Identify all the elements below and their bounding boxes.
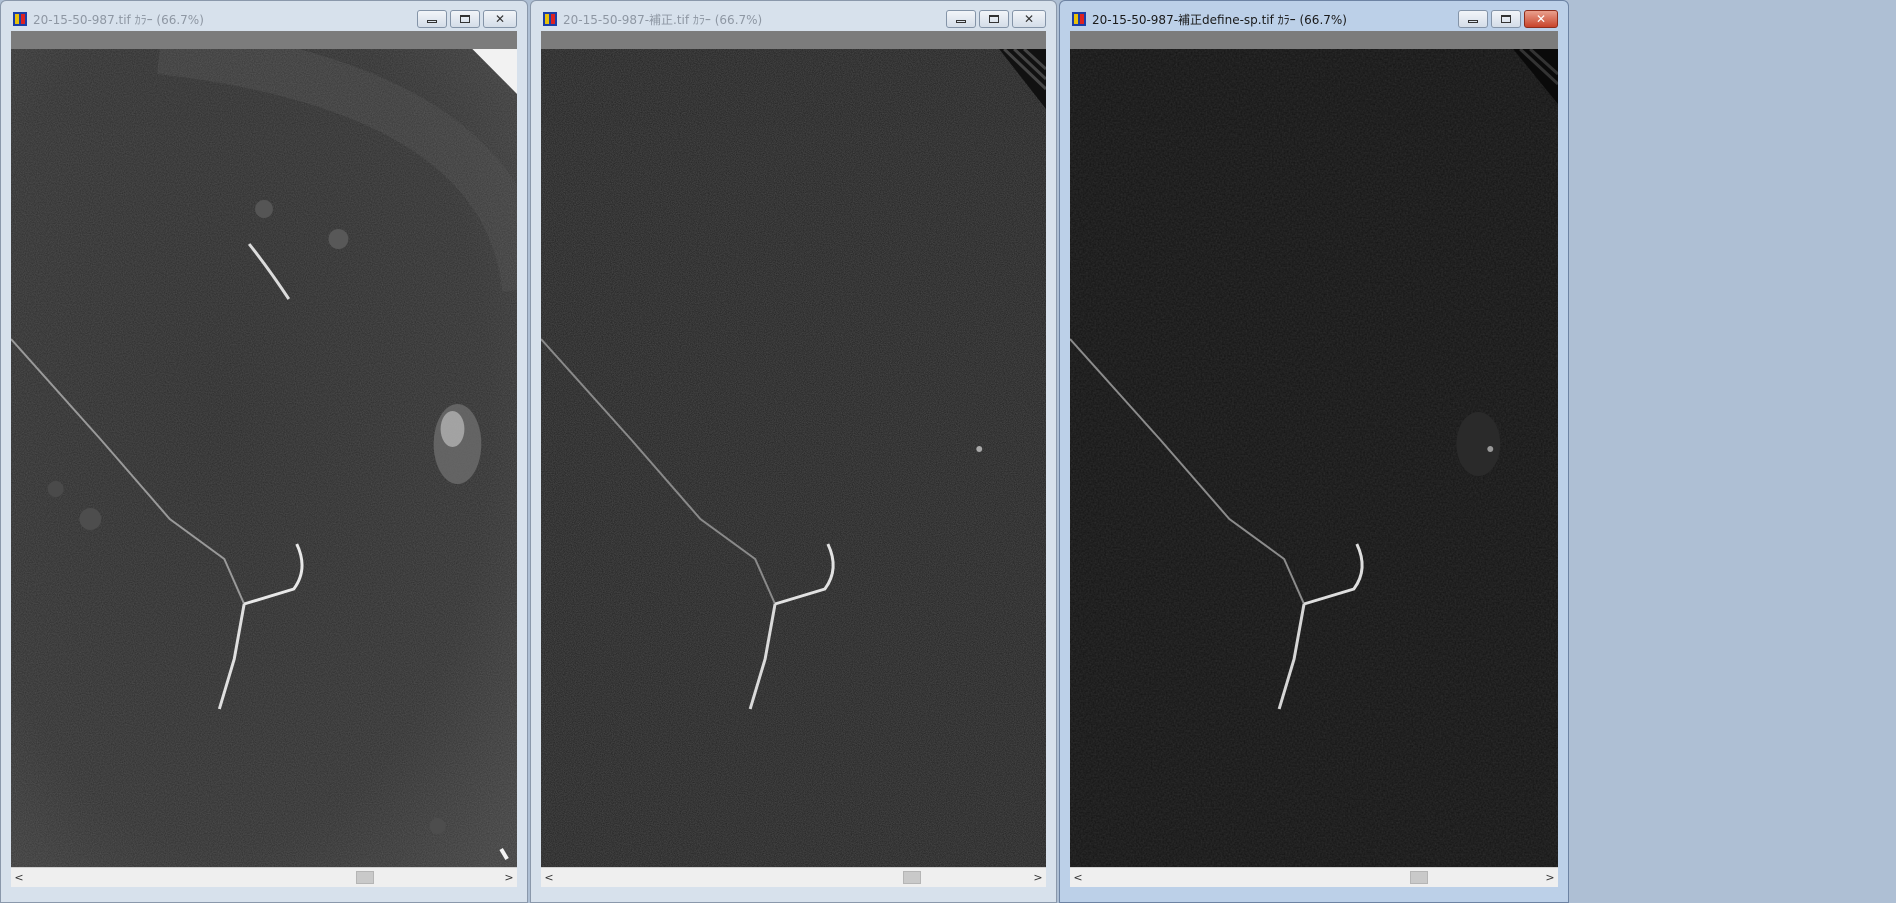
scroll-left-button[interactable]: < [541,868,557,887]
maximize-button[interactable] [1491,10,1521,28]
minimize-button[interactable] [417,10,447,28]
canvas-area [541,31,1046,867]
image-window-corrected[interactable]: 20-15-50-987-補正.tif ｶﾗｰ (66.7%) ✕ < > [530,0,1057,903]
maximize-icon [989,15,999,23]
horizontal-scrollbar[interactable]: < > [11,867,517,887]
canvas-area [11,31,517,867]
close-icon: ✕ [494,12,506,26]
minimize-button[interactable] [946,10,976,28]
scroll-right-button[interactable]: > [501,868,517,887]
window-title: 20-15-50-987-補正.tif ｶﾗｰ (66.7%) [563,12,763,27]
maximize-icon [1501,15,1511,23]
scroll-left-button[interactable]: < [11,868,27,887]
close-button[interactable]: ✕ [1012,10,1046,28]
canvas-area [1070,31,1558,867]
microscopy-image[interactable] [1070,49,1558,867]
close-icon: ✕ [1535,12,1547,26]
scroll-right-button[interactable]: > [1030,868,1046,887]
scroll-thumb[interactable] [903,871,921,884]
minimize-button[interactable] [1458,10,1488,28]
close-button[interactable]: ✕ [483,10,517,28]
close-icon: ✕ [1023,12,1035,26]
microscopy-image[interactable] [541,49,1046,867]
imagej-app-icon [1072,12,1086,26]
microscopy-image[interactable] [11,49,517,867]
close-button[interactable]: ✕ [1524,10,1558,28]
minimize-icon [1468,19,1478,23]
scroll-thumb[interactable] [1410,871,1428,884]
imagej-app-icon [13,12,27,26]
scroll-left-button[interactable]: < [1070,868,1086,887]
window-title: 20-15-50-987.tif ｶﾗｰ (66.7%) [33,12,204,27]
image-window-original[interactable]: 20-15-50-987.tif ｶﾗｰ (66.7%) ✕ < > [0,0,528,903]
scroll-right-button[interactable]: > [1542,868,1558,887]
horizontal-scrollbar[interactable]: < > [541,867,1046,887]
minimize-icon [956,19,966,23]
imagej-app-icon [543,12,557,26]
window-title: 20-15-50-987-補正define-sp.tif ｶﾗｰ (66.7%) [1092,12,1347,27]
image-window-corrected-define-sp[interactable]: 20-15-50-987-補正define-sp.tif ｶﾗｰ (66.7%)… [1059,0,1569,903]
maximize-button[interactable] [450,10,480,28]
maximize-button[interactable] [979,10,1009,28]
minimize-icon [427,19,437,23]
scroll-thumb[interactable] [356,871,374,884]
horizontal-scrollbar[interactable]: < > [1070,867,1558,887]
maximize-icon [460,15,470,23]
